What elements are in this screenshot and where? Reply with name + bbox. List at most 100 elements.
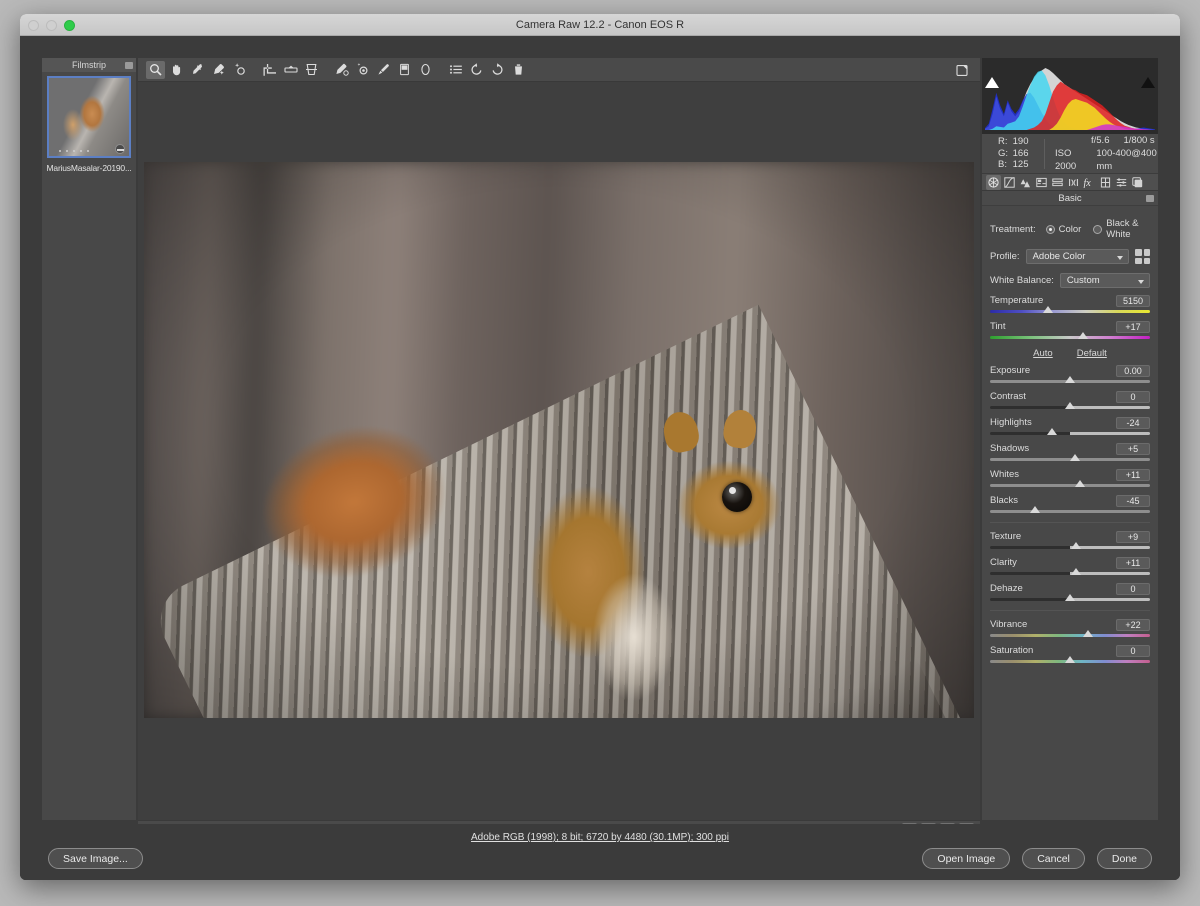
- slider-track[interactable]: [990, 306, 1150, 313]
- histogram[interactable]: [982, 58, 1158, 134]
- transform-tool[interactable]: [302, 61, 321, 79]
- slider-vibrance[interactable]: Vibrance +22: [990, 618, 1150, 637]
- save-image-button[interactable]: Save Image...: [48, 848, 143, 869]
- slider-shadows[interactable]: Shadows +5: [990, 442, 1150, 461]
- slider-value[interactable]: 0: [1116, 644, 1150, 657]
- auto-button[interactable]: Auto: [1033, 348, 1053, 359]
- presets-tool[interactable]: [446, 61, 465, 79]
- slider-track[interactable]: [990, 506, 1150, 513]
- slider-handle[interactable]: [1065, 594, 1075, 601]
- tab-detail[interactable]: [1018, 175, 1033, 190]
- slider-tint[interactable]: Tint +17: [990, 320, 1150, 339]
- slider-track[interactable]: [990, 568, 1150, 575]
- slider-handle[interactable]: [1065, 376, 1075, 383]
- tab-tone-curve[interactable]: [1002, 175, 1017, 190]
- thumbnail-rating[interactable]: [59, 150, 89, 152]
- crop-tool[interactable]: [260, 61, 279, 79]
- graduated-filter-tool[interactable]: [395, 61, 414, 79]
- slider-track[interactable]: [990, 630, 1150, 637]
- slider-dehaze[interactable]: Dehaze 0: [990, 582, 1150, 601]
- slider-track[interactable]: [990, 656, 1150, 663]
- slider-track[interactable]: [990, 402, 1150, 409]
- treatment-bw-radio[interactable]: [1093, 224, 1103, 234]
- slider-track[interactable]: [990, 376, 1150, 383]
- tab-color-grading[interactable]: [1050, 175, 1065, 190]
- open-image-button[interactable]: Open Image: [922, 848, 1011, 869]
- slider-track[interactable]: [990, 428, 1150, 435]
- delete-tool[interactable]: [509, 61, 528, 79]
- default-button[interactable]: Default: [1077, 348, 1107, 359]
- slider-value[interactable]: +22: [1116, 618, 1150, 631]
- slider-value[interactable]: 0: [1116, 582, 1150, 595]
- slider-highlights[interactable]: Highlights -24: [990, 416, 1150, 435]
- slider-track[interactable]: [990, 594, 1150, 601]
- filmstrip-menu-button[interactable]: [125, 62, 133, 69]
- filmstrip-thumbnail[interactable]: [47, 76, 131, 158]
- slider-track[interactable]: [990, 454, 1150, 461]
- tab-calibration[interactable]: [1098, 175, 1113, 190]
- slider-whites[interactable]: Whites +11: [990, 468, 1150, 487]
- tab-color-mixer[interactable]: [1034, 175, 1049, 190]
- slider-texture[interactable]: Texture +9: [990, 530, 1150, 549]
- cancel-button[interactable]: Cancel: [1022, 848, 1085, 869]
- slider-handle[interactable]: [1065, 402, 1075, 409]
- slider-value[interactable]: -45: [1116, 494, 1150, 507]
- slider-value[interactable]: +5: [1116, 442, 1150, 455]
- slider-blacks[interactable]: Blacks -45: [990, 494, 1150, 513]
- straighten-tool[interactable]: [281, 61, 300, 79]
- spot-removal-tool[interactable]: [332, 61, 351, 79]
- slider-value[interactable]: +11: [1116, 556, 1150, 569]
- slider-value[interactable]: +11: [1116, 468, 1150, 481]
- slider-clarity[interactable]: Clarity +11: [990, 556, 1150, 575]
- profile-select[interactable]: Adobe Color: [1025, 249, 1129, 264]
- slider-handle[interactable]: [1077, 332, 1088, 339]
- slider-handle[interactable]: [1071, 568, 1082, 575]
- workflow-options-link[interactable]: Adobe RGB (1998); 8 bit; 6720 by 4480 (3…: [20, 832, 1180, 843]
- tab-basic[interactable]: [986, 174, 1001, 190]
- white-balance-select[interactable]: Custom: [1059, 273, 1150, 288]
- hand-tool[interactable]: [167, 61, 186, 79]
- slider-handle[interactable]: [1029, 506, 1040, 513]
- slider-contrast[interactable]: Contrast 0: [990, 390, 1150, 409]
- slider-handle[interactable]: [1082, 630, 1093, 637]
- treatment-color-radio[interactable]: [1045, 224, 1055, 234]
- slider-value[interactable]: 0.00: [1116, 364, 1150, 377]
- red-eye-tool[interactable]: [353, 61, 372, 79]
- slider-value[interactable]: 0: [1116, 390, 1150, 403]
- panel-menu-button[interactable]: [1146, 195, 1154, 202]
- slider-exposure[interactable]: Exposure 0.00: [990, 364, 1150, 383]
- slider-handle[interactable]: [1074, 480, 1085, 487]
- slider-value[interactable]: 5150: [1116, 294, 1150, 307]
- tab-presets[interactable]: [1114, 175, 1129, 190]
- slider-temperature[interactable]: Temperature 5150: [990, 294, 1150, 313]
- done-button[interactable]: Done: [1096, 848, 1152, 869]
- slider-track[interactable]: [990, 542, 1150, 549]
- close-button[interactable]: [28, 20, 39, 31]
- redo-tool[interactable]: [488, 61, 507, 79]
- slider-track[interactable]: [990, 480, 1150, 487]
- slider-value[interactable]: +17: [1116, 320, 1150, 333]
- zoom-tool[interactable]: [146, 60, 165, 79]
- slider-value[interactable]: +9: [1116, 530, 1150, 543]
- preferences-icon[interactable]: [953, 61, 972, 79]
- undo-tool[interactable]: [467, 61, 486, 79]
- minimize-button[interactable]: [46, 20, 57, 31]
- tab-optics[interactable]: [1066, 175, 1081, 190]
- slider-track[interactable]: [990, 332, 1150, 339]
- slider-saturation[interactable]: Saturation 0: [990, 644, 1150, 663]
- image-canvas[interactable]: [138, 82, 980, 820]
- slider-handle[interactable]: [1069, 454, 1080, 461]
- slider-handle[interactable]: [1065, 656, 1075, 663]
- slider-handle[interactable]: [1042, 306, 1053, 313]
- targeted-adjustment-tool[interactable]: [230, 61, 249, 79]
- slider-handle[interactable]: [1071, 542, 1082, 549]
- slider-value[interactable]: -24: [1116, 416, 1150, 429]
- color-sampler-tool[interactable]: [209, 61, 228, 79]
- profile-browser-icon[interactable]: [1135, 249, 1150, 264]
- adjustment-brush-tool[interactable]: [374, 61, 393, 79]
- radial-filter-tool[interactable]: [416, 61, 435, 79]
- tab-snapshots[interactable]: [1130, 175, 1145, 190]
- slider-handle[interactable]: [1047, 428, 1058, 435]
- tab-effects[interactable]: fx: [1082, 175, 1097, 190]
- maximize-button[interactable]: [64, 20, 75, 31]
